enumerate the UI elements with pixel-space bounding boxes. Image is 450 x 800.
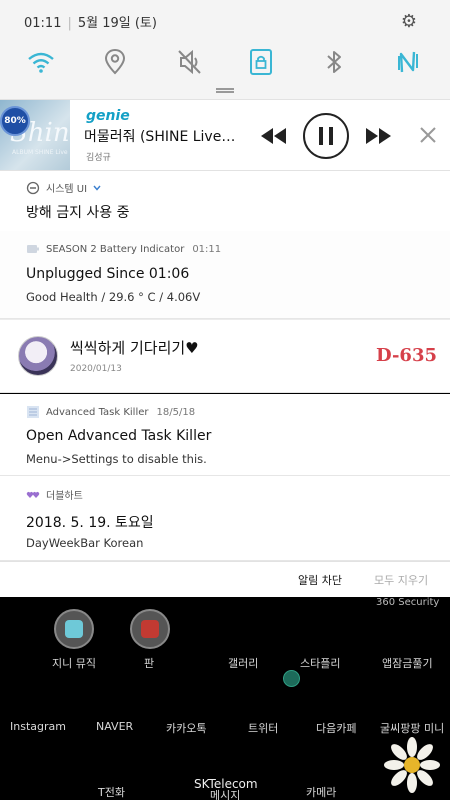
app-label[interactable]: NAVER (96, 720, 133, 733)
bluetooth-icon[interactable] (318, 46, 350, 78)
song-title: 머물러줘 (SHINE Live… (84, 129, 236, 145)
status-bar: 01:11 | 5월 19일 (토) (24, 16, 157, 31)
app-label[interactable]: 다음카페 (316, 720, 356, 736)
app-label[interactable]: 지니 뮤직 (52, 655, 96, 671)
notification-app-name: 시스템 UI (46, 184, 88, 195)
dday-date: 2020/01/13 (70, 364, 122, 374)
notification-system-ui[interactable]: 시스템 UI 방해 금지 사용 중 (0, 171, 450, 231)
notification-time: 18/5/18 (156, 406, 196, 418)
volume-badge[interactable]: 80% (0, 106, 30, 136)
previous-track-button[interactable] (258, 122, 288, 150)
app-label[interactable]: T전화 (98, 784, 125, 800)
album-art[interactable]: Shine ALBUM SHINE Live 80% (0, 100, 70, 170)
fast-forward-icon (366, 128, 391, 144)
screen-lock-icon[interactable] (245, 46, 277, 78)
do-not-disturb-icon (26, 181, 40, 194)
app-label: 360 Security (376, 597, 440, 608)
notification-dday[interactable]: 씩씩하게 기다리기♥ 2020/01/13 D-635 (0, 319, 450, 393)
home-screen-background: 360 Security 지니 뮤직 판 갤러리 스타플리 앱잠금풀기 Inst… (0, 597, 450, 800)
notification-header: Advanced Task Killer 18/5/18 (26, 405, 195, 419)
close-media-button[interactable] (416, 122, 440, 148)
chevron-down-icon[interactable] (92, 183, 102, 193)
notification-task-killer[interactable]: Advanced Task Killer 18/5/18 Open Advanc… (0, 394, 450, 476)
notification-title: 방해 금지 사용 중 (26, 205, 130, 221)
app-label[interactable]: 스타플리 (300, 655, 340, 671)
app-label[interactable]: 판 (144, 655, 154, 671)
app-label[interactable]: 메시지 (210, 787, 240, 800)
notification-header: 더블하트 (26, 487, 83, 502)
page-indicator-dot (283, 670, 300, 687)
album-art-subtitle: ALBUM SHINE Live (12, 149, 68, 156)
notification-title: Open Advanced Task Killer (26, 428, 212, 444)
notification-header: 시스템 UI (26, 180, 102, 195)
app-label[interactable]: 갤러리 (228, 655, 258, 671)
dday-count: D-635 (376, 345, 437, 366)
artist-name: 김성규 (86, 153, 111, 163)
quick-settings-panel: 01:11 | 5월 19일 (토) ⚙ (0, 0, 450, 99)
quick-settings-row (0, 46, 450, 78)
status-time: 01:11 (24, 16, 62, 31)
battery-app-icon (27, 245, 39, 253)
app-label[interactable]: 앱잠금풀기 (382, 655, 433, 671)
avatar (18, 336, 58, 376)
notification-title: 2018. 5. 19. 토요일 (26, 515, 154, 531)
dday-title: 씩씩하게 기다리기♥ (70, 339, 199, 357)
notification-text: DayWeekBar Korean (26, 536, 144, 550)
app-label[interactable]: 트위터 (248, 720, 278, 736)
rewind-icon (261, 128, 286, 144)
pause-icon (319, 127, 333, 145)
double-heart-icon (26, 491, 40, 498)
notification-battery[interactable]: SEASON 2 Battery Indicator 01:11 Unplugg… (0, 231, 450, 319)
close-icon (420, 127, 436, 143)
clear-all-button[interactable]: 모두 지우기 (374, 572, 428, 588)
task-killer-app-icon (27, 406, 39, 418)
notification-app-name: SEASON 2 Battery Indicator (46, 243, 185, 255)
notification-app-name: 더블하트 (46, 491, 83, 502)
status-date: 5월 19일 (토) (77, 16, 157, 31)
notification-time: 01:11 (192, 243, 222, 255)
nfc-icon[interactable] (392, 46, 424, 78)
daisy-flower-icon (384, 737, 440, 793)
notification-doublehart[interactable]: 더블하트 2018. 5. 19. 토요일 DayWeekBar Korean (0, 476, 450, 561)
app-label[interactable]: 카메라 (306, 784, 336, 800)
location-icon[interactable] (99, 46, 131, 78)
notification-app-name: Advanced Task Killer (46, 406, 149, 418)
wifi-icon[interactable] (25, 46, 57, 78)
sound-mute-icon[interactable] (173, 46, 205, 78)
next-track-button[interactable] (364, 122, 394, 150)
notification-actions-bar: 알림 차단 모두 지우기 (0, 561, 450, 597)
gear-icon[interactable]: ⚙ (399, 12, 419, 32)
notification-header: SEASON 2 Battery Indicator 01:11 (26, 242, 221, 256)
app-label[interactable]: 카카오톡 (166, 720, 206, 736)
app-label[interactable]: 굴씨팡팡 미니 (380, 720, 444, 736)
panel-drag-handle[interactable] (216, 88, 234, 93)
play-pause-button[interactable] (303, 113, 349, 159)
notification-text: Menu->Settings to disable this. (26, 452, 207, 466)
media-app-name: genie (86, 108, 130, 124)
notification-text: Good Health / 29.6 ° C / 4.06V (26, 290, 201, 304)
app-label[interactable]: Instagram (10, 720, 66, 733)
block-notifications-button[interactable]: 알림 차단 (298, 572, 342, 588)
pan-app-icon[interactable] (130, 609, 170, 649)
genie-music-app-icon[interactable] (54, 609, 94, 649)
notification-title: Unplugged Since 01:06 (26, 266, 190, 282)
media-notification[interactable]: Shine ALBUM SHINE Live 80% genie 머물러줘 (S… (0, 99, 450, 171)
